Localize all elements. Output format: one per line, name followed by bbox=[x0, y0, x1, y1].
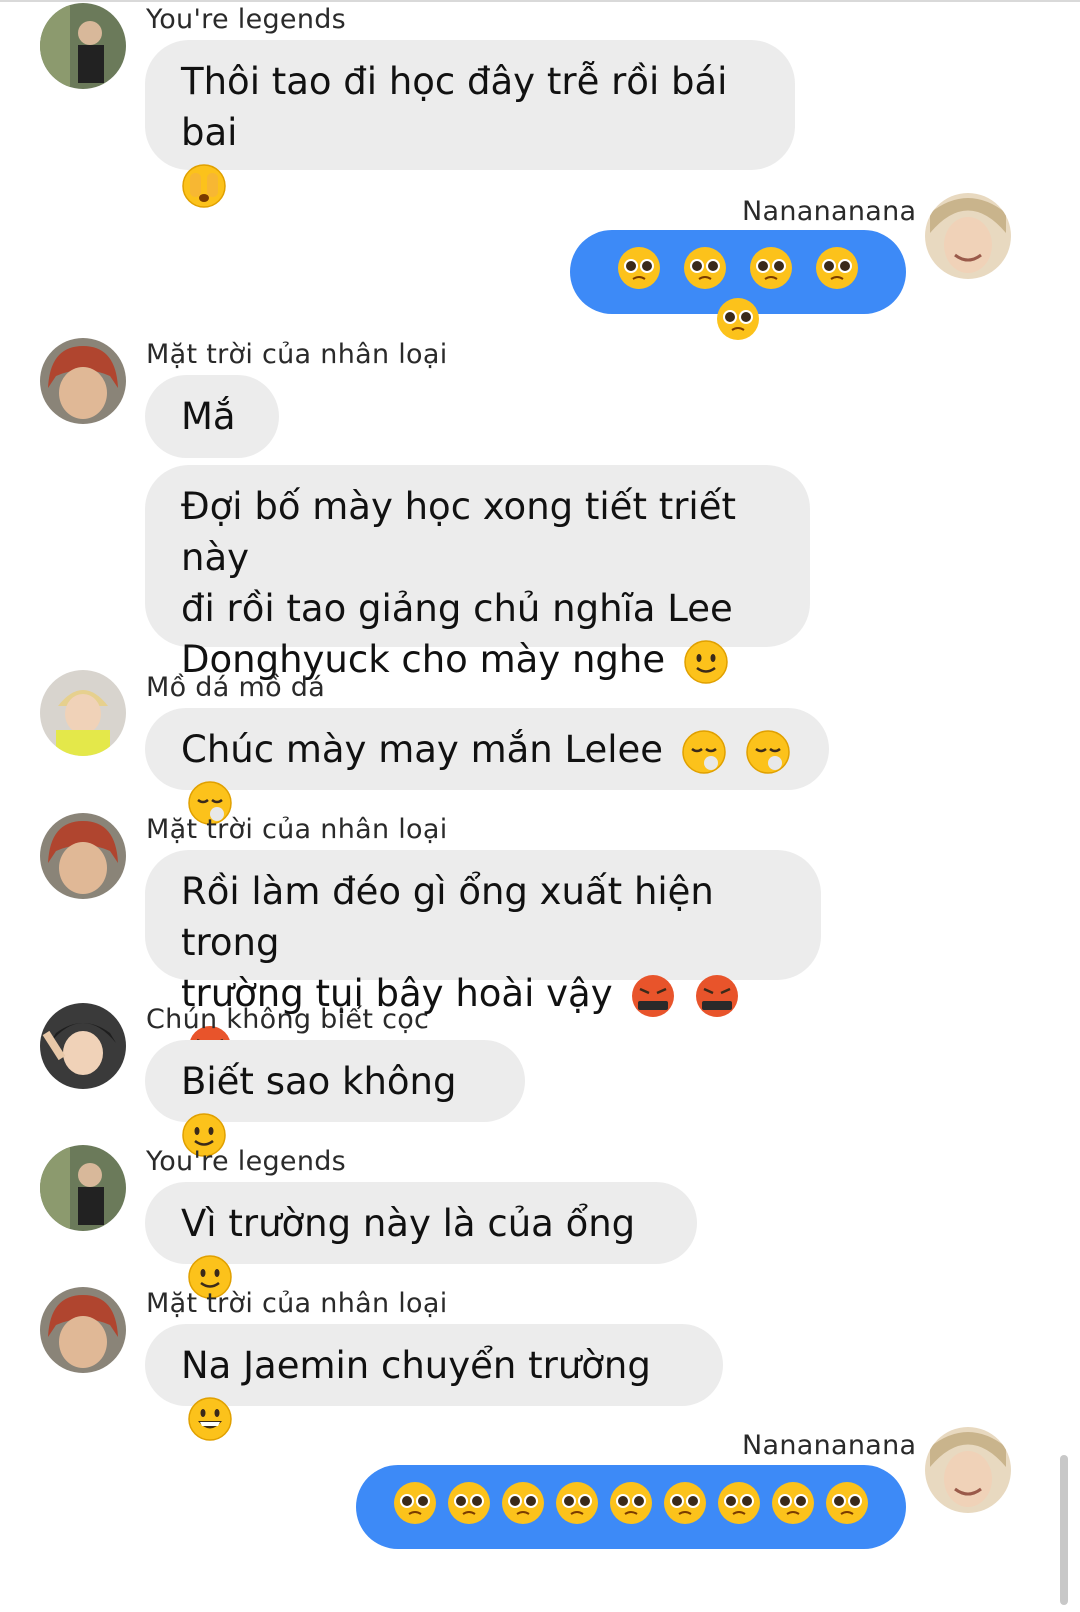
face-exhaling-icon bbox=[682, 729, 726, 774]
message-bubble[interactable]: Na Jaemin chuyển trường bbox=[145, 1324, 723, 1441]
face-hiding-eyes-icon bbox=[182, 163, 226, 208]
pleading-face-icon bbox=[684, 246, 727, 289]
sender-name: Mặt trời của nhân loại bbox=[146, 1288, 448, 1319]
emoji-row bbox=[388, 1479, 874, 1524]
pleading-face-icon bbox=[448, 1481, 490, 1524]
chat-thread: You're legends Thôi tao đi học đây trễ r… bbox=[0, 0, 1080, 1612]
avatar[interactable] bbox=[40, 338, 126, 424]
pleading-face-icon bbox=[502, 1481, 544, 1524]
divider bbox=[0, 0, 1080, 2]
message-text: Chúc mày may mắn Lelee bbox=[181, 728, 664, 771]
pleading-face-icon bbox=[749, 246, 792, 289]
avatar[interactable] bbox=[40, 670, 126, 756]
face-exhaling-icon bbox=[745, 729, 790, 774]
scrollbar[interactable] bbox=[1060, 1455, 1068, 1605]
pleading-face-icon bbox=[718, 1481, 760, 1524]
message-text: Vì trường này là của ổng bbox=[181, 1202, 636, 1245]
message-text: Na Jaemin chuyển trường bbox=[181, 1344, 651, 1387]
pleading-face-icon bbox=[618, 246, 661, 289]
pleading-face-icon bbox=[815, 246, 858, 289]
sender-name: You're legends bbox=[146, 4, 347, 35]
sender-name: Mặt trời của nhân loại bbox=[146, 339, 448, 370]
avatar[interactable] bbox=[925, 1427, 1011, 1513]
face-with-symbols-on-mouth-icon bbox=[632, 974, 675, 1017]
message-text: Biết sao không bbox=[181, 1060, 457, 1103]
sender-name: Chún không biết cọc bbox=[146, 1004, 430, 1035]
message-bubble[interactable] bbox=[570, 230, 906, 340]
pleading-face-icon bbox=[556, 1481, 598, 1524]
slightly-smiling-face-icon bbox=[684, 639, 728, 684]
message-bubble[interactable]: Chúc mày may mắn Lelee bbox=[145, 708, 829, 825]
pleading-face-icon bbox=[772, 1481, 814, 1524]
face-with-symbols-on-mouth-icon bbox=[696, 974, 739, 1017]
pleading-face-icon bbox=[826, 1481, 868, 1524]
message-text: Thôi tao đi học đây trễ rồi bái bai bbox=[181, 60, 740, 154]
avatar[interactable] bbox=[40, 1003, 126, 1089]
grinning-face-icon bbox=[188, 1396, 232, 1441]
avatar[interactable] bbox=[925, 193, 1011, 279]
sender-name: Nanananana bbox=[742, 1430, 917, 1461]
pleading-face-icon bbox=[610, 1481, 652, 1524]
emoji-row bbox=[612, 244, 863, 340]
sender-name: Mồ dá mồ dá bbox=[146, 672, 326, 703]
avatar[interactable] bbox=[40, 3, 126, 89]
avatar[interactable] bbox=[40, 813, 126, 899]
avatar[interactable] bbox=[40, 1145, 126, 1231]
message-bubble[interactable]: Đợi bố mày học xong tiết triết này đi rồ… bbox=[145, 465, 810, 684]
message-bubble[interactable] bbox=[356, 1465, 906, 1549]
message-bubble[interactable]: Thôi tao đi học đây trễ rồi bái bai bbox=[145, 40, 795, 208]
pleading-face-icon bbox=[664, 1481, 706, 1524]
message-text: Mắ bbox=[181, 395, 236, 438]
message-bubble[interactable]: Mắ bbox=[145, 375, 279, 458]
message-bubble[interactable]: Biết sao không bbox=[145, 1040, 525, 1157]
pleading-face-icon bbox=[394, 1481, 436, 1524]
sender-name: Nanananana bbox=[742, 196, 917, 227]
message-bubble[interactable]: Vì trường này là của ổng bbox=[145, 1182, 697, 1299]
message-bubble[interactable]: Rồi làm đéo gì ổng xuất hiện trong trườn… bbox=[145, 850, 821, 1068]
sender-name: You're legends bbox=[146, 1146, 347, 1177]
avatar[interactable] bbox=[40, 1287, 126, 1373]
pleading-face-icon bbox=[717, 297, 759, 340]
message-text: Đợi bố mày học xong tiết triết này đi rồ… bbox=[181, 485, 736, 681]
sender-name: Mặt trời của nhân loại bbox=[146, 814, 448, 845]
